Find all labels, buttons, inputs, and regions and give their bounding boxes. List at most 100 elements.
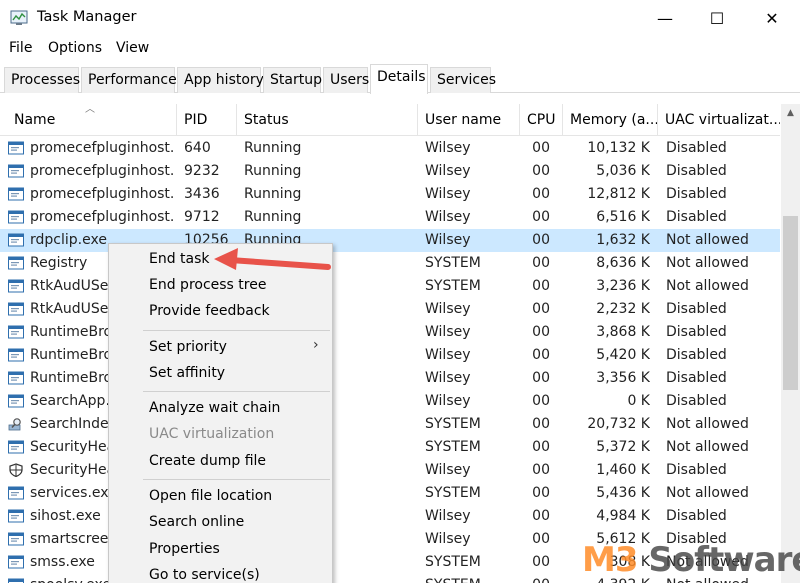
column-cpu[interactable]: CPU [520,104,563,136]
menu-separator [143,330,330,331]
process-memory: 5,372 K [596,439,650,455]
process-uac: Not allowed [666,255,749,271]
table-row[interactable]: promecefpluginhost.... 9712 Running Wilsey 0… [0,206,780,229]
process-cpu: 00 [532,209,550,225]
process-memory: 1,460 K [596,462,650,478]
process-cpu: 00 [532,462,550,478]
menu-separator [143,391,330,392]
menu-provide-feedback[interactable]: Provide feedback [149,303,270,319]
tab-users[interactable]: Users [323,67,369,93]
menu-properties[interactable]: Properties [149,541,220,557]
process-memory: 10,132 K [587,140,650,156]
process-memory: 4,984 K [596,508,650,524]
table-row[interactable]: promecefpluginhost.... 3436 Running Wilsey 0… [0,183,780,206]
process-cpu: 00 [532,485,550,501]
process-cpu: 00 [520,577,550,583]
tab-processes[interactable]: Processes [4,67,80,93]
process-uac: Not allowed [666,232,749,248]
process-user: Wilsey [425,209,471,225]
menu-search-online[interactable]: Search online [149,514,244,530]
column-user-name[interactable]: User name [418,104,520,136]
process-cpu: 00 [532,439,550,455]
menu-file[interactable]: File [9,40,32,56]
tab-performance[interactable]: Performance [81,67,177,93]
shield-icon [9,463,23,477]
process-cpu: 00 [532,370,550,386]
title-bar: Task Manager — ☐ ✕ [0,0,800,36]
menu-set-priority[interactable]: Set priority [149,339,227,355]
watermark-logo: M3 Software [582,540,800,580]
process-user: Wilsey [425,347,471,363]
process-name: promecefpluginhost.... [30,140,175,156]
process-user: Wilsey [425,462,471,478]
menu-end-task[interactable]: End task [149,251,210,267]
window-icon [8,371,24,385]
window-icon [8,302,24,316]
process-memory: 2,232 K [596,301,650,317]
process-uac: Disabled [666,370,727,386]
window-icon [8,555,24,569]
process-uac: Not allowed [666,439,749,455]
menu-end-process-tree[interactable]: End process tree [149,277,266,293]
process-cpu: 00 [532,140,550,156]
menu-bar: File Options View [0,38,800,60]
process-uac: Not allowed [666,416,749,432]
process-memory: 5,036 K [596,163,650,179]
window-icon [8,509,24,523]
scrollbar-thumb[interactable] [783,216,798,390]
process-memory: 3,236 K [596,278,650,294]
menu-create-dump-file[interactable]: Create dump file [149,453,266,469]
table-header: ︿ Name PID Status User name CPU Memory (… [0,104,780,136]
maximize-button[interactable]: ☐ [690,0,744,36]
menu-analyze-wait-chain[interactable]: Analyze wait chain [149,400,280,416]
process-pid: 9232 [184,163,220,179]
process-cpu: 00 [532,554,550,570]
column-name[interactable]: ︿ Name [0,104,177,136]
process-memory: 5,436 K [596,485,650,501]
tab-details[interactable]: Details [370,64,428,94]
process-user: Wilsey [425,324,471,340]
process-cpu: 00 [532,416,550,432]
process-uac: Disabled [666,462,727,478]
menu-go-to-services[interactable]: Go to service(s) [149,567,260,583]
column-memory[interactable]: Memory (a... [563,104,658,136]
menu-view[interactable]: View [116,40,149,56]
process-status: Running [244,140,302,156]
window-icon [8,394,24,408]
scroll-up-icon[interactable]: ▲ [781,104,800,122]
menu-open-file-location[interactable]: Open file location [149,488,272,504]
process-uac: Disabled [666,393,727,409]
process-uac: Disabled [666,301,727,317]
process-uac: Disabled [666,140,727,156]
menu-separator [143,479,330,480]
column-status[interactable]: Status [237,104,418,136]
process-uac: Disabled [666,508,727,524]
process-uac: Disabled [666,163,727,179]
vertical-scrollbar[interactable]: ▲ [781,104,800,583]
menu-options[interactable]: Options [48,40,102,56]
process-cpu: 00 [532,531,550,547]
tab-app-history[interactable]: App history [177,67,264,93]
process-pid: 3436 [184,186,220,202]
process-name: promecefpluginhost.... [30,186,175,202]
menu-set-affinity[interactable]: Set affinity [149,365,225,381]
process-user: SYSTEM [425,485,481,501]
tab-startup[interactable]: Startup [263,67,322,93]
process-user: SYSTEM [425,439,481,455]
tab-services[interactable]: Services [430,67,496,93]
annotation-arrow-icon [214,248,331,270]
close-button[interactable]: ✕ [745,0,799,36]
minimize-button[interactable]: — [638,0,692,36]
column-pid[interactable]: PID [177,104,237,136]
context-menu: End task End process tree Provide feedba… [108,243,333,583]
process-user: SYSTEM [425,416,481,432]
table-row[interactable]: promecefpluginhost.... 640 Running Wilsey 00… [0,137,780,160]
process-cpu: 00 [532,301,550,317]
process-cpu: 00 [532,278,550,294]
table-row[interactable]: promecefpluginhost.... 9232 Running Wilsey 0… [0,160,780,183]
process-memory: 3,356 K [596,370,650,386]
column-uac-virtualization[interactable]: UAC virtualizat... [658,104,780,136]
process-memory: 1,632 K [596,232,650,248]
window-title: Task Manager [37,9,137,25]
window-icon [8,210,24,224]
